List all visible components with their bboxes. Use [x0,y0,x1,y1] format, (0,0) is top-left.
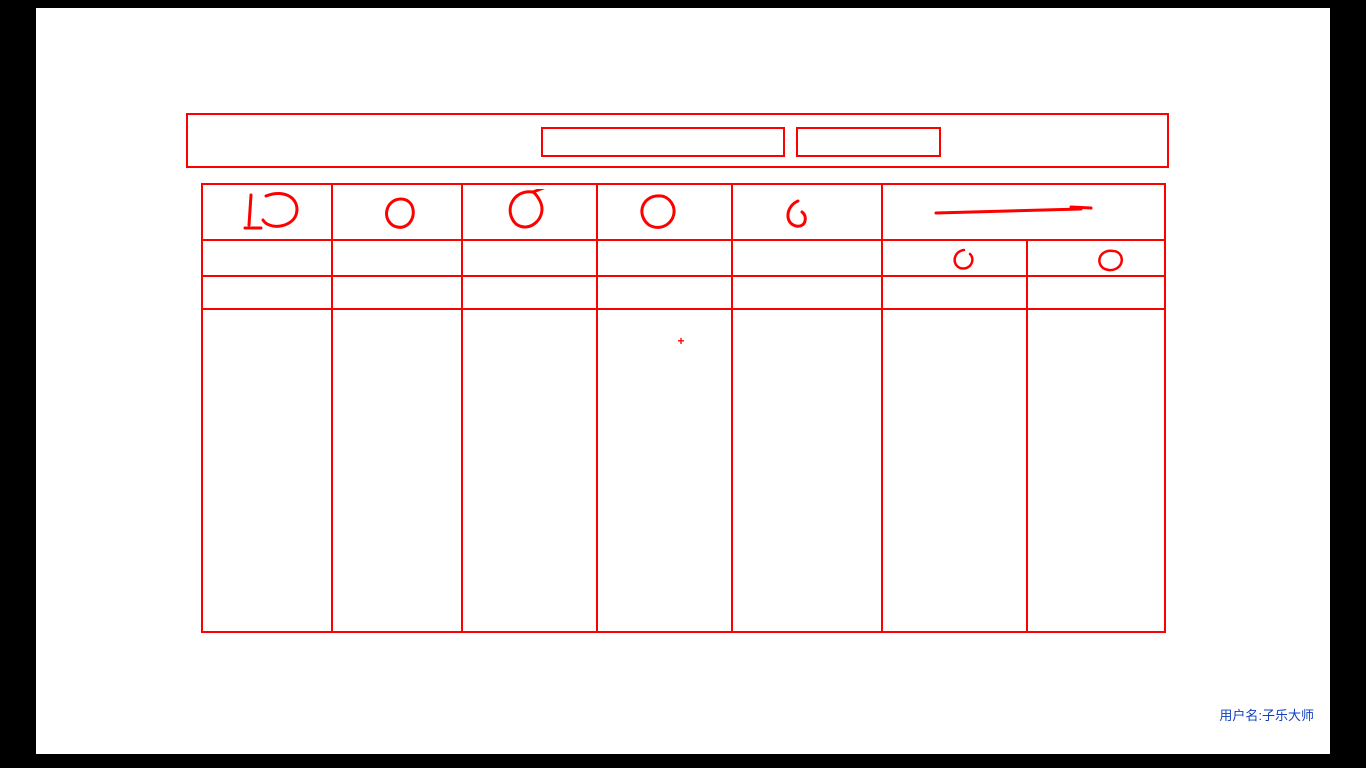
table-col-sep [881,183,883,633]
username-value: 子乐大师 [1262,708,1314,723]
search-input-box [541,127,785,157]
table-subcol-sep [1026,239,1028,633]
username-label: 用户名: [1219,708,1262,723]
table-col-sep [596,183,598,633]
search-button-box [796,127,941,157]
table-col-sep [731,183,733,633]
table-row-sep [201,239,1166,241]
table-outline [201,183,1166,633]
username-status: 用户名:子乐大师 [1219,705,1314,724]
crosshair-cursor-icon: + [676,336,686,346]
drawing-canvas[interactable]: + 用户名:子乐大师 [36,8,1330,754]
table-row-sep [201,308,1166,310]
table-col-sep [331,183,333,633]
table-row-sep [201,275,1166,277]
table-col-sep [461,183,463,633]
